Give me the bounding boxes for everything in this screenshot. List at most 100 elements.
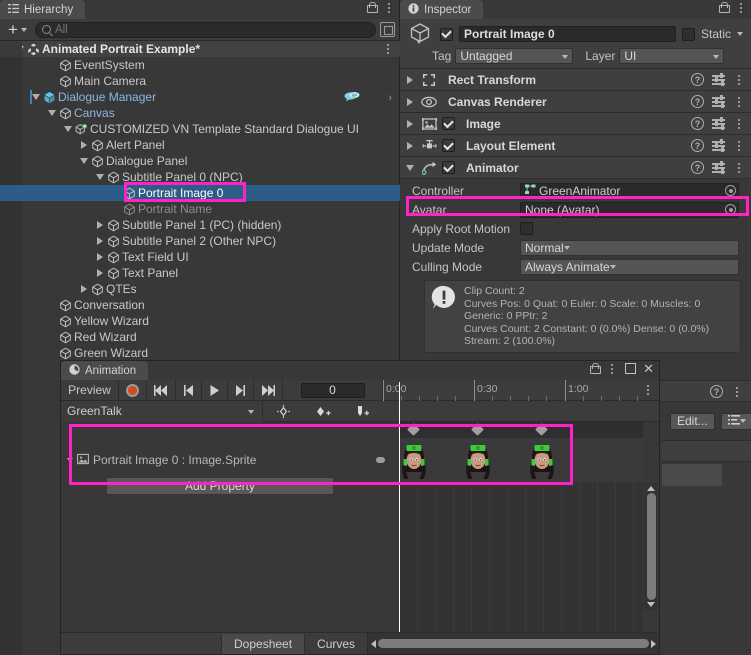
preview-button[interactable]: Preview xyxy=(61,379,119,401)
component-expand-toggle[interactable] xyxy=(404,119,416,128)
component-menu-icon[interactable] xyxy=(731,386,743,397)
component-header-image[interactable]: Image? xyxy=(400,113,751,135)
component-menu-icon[interactable] xyxy=(733,96,745,107)
search-field[interactable] xyxy=(34,21,376,38)
help-icon[interactable]: ? xyxy=(691,139,704,152)
animation-property-row[interactable]: Portrait Image 0 : Image.Sprite xyxy=(61,438,399,482)
chevron-right-icon[interactable] xyxy=(407,119,413,128)
chevron-down-icon[interactable] xyxy=(46,110,58,116)
component-header-rect-transform[interactable]: Rect Transform? xyxy=(400,69,751,91)
animation-menu-icon[interactable] xyxy=(606,363,618,374)
hierarchy-item-portrait-name[interactable]: Portrait Name xyxy=(0,201,400,217)
hierarchy-menu-icon[interactable] xyxy=(383,2,395,13)
component-menu-icon[interactable] xyxy=(733,74,745,85)
hierarchy-item-yellow-wizard[interactable]: Yellow Wizard xyxy=(0,313,400,329)
hierarchy-item-green-wizard[interactable]: Green Wizard xyxy=(0,345,400,361)
component-enabled-checkbox[interactable] xyxy=(442,139,455,152)
preset-icon[interactable] xyxy=(712,95,725,108)
add-key-plus-button[interactable] xyxy=(303,401,343,422)
first-key-button[interactable] xyxy=(147,379,176,401)
inspector-menu-icon[interactable] xyxy=(735,2,747,13)
search-input[interactable] xyxy=(54,23,369,36)
component-expand-toggle[interactable] xyxy=(404,97,416,106)
static-checkbox[interactable] xyxy=(681,27,695,41)
dopesheet-vertical-scrollbar[interactable] xyxy=(644,483,658,610)
chevron-right-icon[interactable] xyxy=(407,97,413,106)
hierarchy-item-text-panel[interactable]: Text Panel xyxy=(0,265,400,281)
hierarchy-item-animated-portrait-example[interactable]: Animated Portrait Example* xyxy=(0,41,400,57)
chevron-down-icon[interactable] xyxy=(406,164,414,171)
scroll-down-icon[interactable] xyxy=(647,602,655,607)
preset-icon[interactable] xyxy=(712,73,725,86)
component-menu-icon[interactable] xyxy=(733,140,745,151)
scroll-up-icon[interactable] xyxy=(647,486,655,491)
open-prefab-icon[interactable]: › xyxy=(388,92,392,104)
scroll-right-icon[interactable] xyxy=(651,639,656,648)
hierarchy-item-conversation[interactable]: Conversation xyxy=(0,297,400,313)
animation-options-icon[interactable] xyxy=(637,380,659,401)
scroll-left-icon[interactable] xyxy=(371,639,377,648)
list-dropdown-button[interactable] xyxy=(720,412,751,430)
preset-icon[interactable] xyxy=(712,117,725,130)
tab-dopesheet[interactable]: Dopesheet xyxy=(221,633,305,654)
chevron-down-icon[interactable] xyxy=(62,126,74,132)
component-enabled-checkbox[interactable] xyxy=(442,161,455,174)
open-scene-view-button[interactable] xyxy=(380,22,395,37)
component-menu-icon[interactable] xyxy=(733,162,745,173)
playhead[interactable] xyxy=(399,422,400,632)
component-header-canvas-renderer[interactable]: Canvas Renderer? xyxy=(400,91,751,113)
add-property-button[interactable]: Add Property xyxy=(106,477,334,495)
help-icon[interactable]: ? xyxy=(691,95,704,108)
hierarchy-item-subtitle-panel-2-other-npc[interactable]: Subtitle Panel 2 (Other NPC) xyxy=(0,233,400,249)
gameobject-enabled-checkbox[interactable] xyxy=(440,27,453,41)
play-button[interactable] xyxy=(202,379,228,401)
hierarchy-item-main-camera[interactable]: Main Camera xyxy=(0,73,400,89)
chevron-down-icon[interactable] xyxy=(78,158,90,164)
hierarchy-item-alert-panel[interactable]: Alert Panel xyxy=(0,137,400,153)
component-expand-toggle[interactable] xyxy=(404,141,416,150)
chevron-right-icon[interactable] xyxy=(78,141,90,149)
help-icon[interactable]: ? xyxy=(691,161,704,174)
help-icon[interactable]: ? xyxy=(691,73,704,86)
animation-dopesheet[interactable] xyxy=(399,422,643,632)
tab-hierarchy[interactable]: Hierarchy xyxy=(0,0,86,19)
current-frame-input[interactable]: 0 xyxy=(300,382,365,398)
chevron-right-icon[interactable] xyxy=(94,269,106,277)
culling-mode-dropdown[interactable]: Always Animate xyxy=(520,258,739,275)
scrollbar-thumb[interactable] xyxy=(646,493,656,600)
hierarchy-item-text-field-ui[interactable]: Text Field UI xyxy=(0,249,400,265)
hierarchy-item-subtitle-panel-1-pc-hidden[interactable]: Subtitle Panel 1 (PC) (hidden) xyxy=(0,217,400,233)
hierarchy-item-qtes[interactable]: QTEs xyxy=(0,281,400,297)
chevron-right-icon[interactable] xyxy=(407,75,413,84)
expand-icon[interactable] xyxy=(67,458,73,462)
maximize-icon[interactable] xyxy=(625,363,637,374)
prev-key-button[interactable] xyxy=(176,379,202,401)
last-key-button[interactable] xyxy=(254,379,283,401)
component-header-layout-element[interactable]: Layout Element? xyxy=(400,135,751,157)
tab-animation[interactable]: Animation xyxy=(61,361,149,380)
scene-menu-icon[interactable] xyxy=(382,44,394,54)
hierarchy-item-subtitle-panel-0-npc[interactable]: Subtitle Panel 0 (NPC) xyxy=(0,169,400,185)
avatar-object-field[interactable]: None (Avatar) xyxy=(520,201,739,218)
chevron-down-icon[interactable] xyxy=(94,174,106,180)
clip-dropdown[interactable]: GreenTalk xyxy=(61,400,263,422)
static-dropdown-icon[interactable] xyxy=(737,32,743,36)
close-icon[interactable]: ✕ xyxy=(643,362,654,375)
add-keyframe-button[interactable] xyxy=(263,401,303,422)
object-picker-icon[interactable] xyxy=(725,204,736,215)
component-enabled-checkbox[interactable] xyxy=(442,117,455,130)
hierarchy-item-dialogue-panel[interactable]: Dialogue Panel xyxy=(0,153,400,169)
add-event-button[interactable] xyxy=(343,401,383,422)
chevron-right-icon[interactable] xyxy=(94,221,106,229)
apply-root-motion-checkbox[interactable] xyxy=(520,222,533,235)
object-picker-icon[interactable] xyxy=(725,185,736,196)
add-gameobject-button[interactable]: + xyxy=(4,21,31,38)
component-header-animator[interactable]: Animator? xyxy=(400,157,751,179)
chevron-right-icon[interactable] xyxy=(407,141,413,150)
portrait-keyframe-1[interactable] xyxy=(399,438,432,482)
tag-dropdown[interactable]: Untagged xyxy=(455,48,574,64)
controller-object-field[interactable]: GreenAnimator xyxy=(520,182,739,199)
layer-dropdown[interactable]: UI xyxy=(619,48,725,64)
component-expand-toggle[interactable] xyxy=(404,75,416,84)
hierarchy-item-customized-vn-template-standard-dialogue-ui[interactable]: CUSTOMIZED VN Template Standard Dialogue… xyxy=(0,121,400,137)
